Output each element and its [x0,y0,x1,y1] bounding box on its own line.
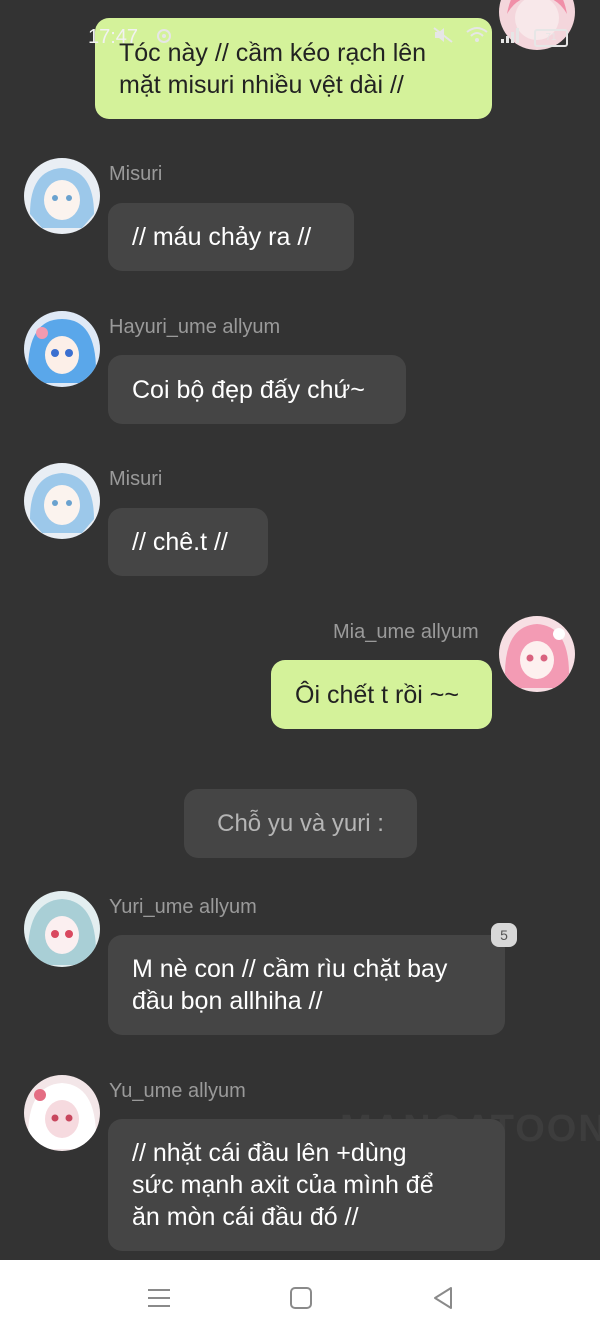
section-divider-message: Chỗ yu và yuri : [184,789,417,858]
message-text: Ôi chết t rồi ~~ [295,680,459,709]
menu-icon[interactable] [145,1284,173,1312]
status-icons: 71 [432,26,568,49]
message-text: Coi bộ đẹp đấy chứ~ [132,375,365,404]
avatar[interactable] [24,1075,100,1151]
message-bubble[interactable]: Coi bộ đẹp đấy chứ~ [108,355,406,424]
message-bubble[interactable]: // chê.t // [108,508,268,576]
home-icon[interactable] [287,1284,315,1312]
message-text: // chê.t // [132,528,228,556]
avatar[interactable] [24,891,100,967]
message-text: ăn mòn cái đầu đó // [132,1203,359,1231]
sender-name: Misuri [109,163,163,185]
notification-icon [156,28,172,49]
sender-name: Hayuri_ume allyum [109,316,281,338]
status-bar: 17:47 71 [0,22,600,54]
reaction-count-badge[interactable]: 5 [491,923,517,947]
wifi-icon [466,26,488,49]
avatar[interactable] [24,463,100,539]
message-text: M nè con // cầm rìu chặt bay [132,955,448,983]
sender-name: Misuri [109,468,163,490]
sender-name: Yuri_ume allyum [109,896,257,918]
message-text: đầu bọn allhiha // [132,987,323,1015]
message-bubble[interactable]: // nhặt cái đầu lên +dùng sức mạnh axit … [108,1119,505,1251]
status-time: 17:47 [88,26,139,48]
message-text: sức mạnh axit của mình để [132,1171,434,1199]
sender-name: Mia_ume allyum [333,621,479,643]
mute-icon [432,26,454,49]
message-bubble[interactable]: Ôi chết t rồi ~~ [271,660,492,729]
avatar[interactable] [499,616,575,692]
sender-name: Yu_ume allyum [109,1080,246,1102]
message-bubble[interactable]: M nè con // cầm rìu chặt bay đầu bọn all… [108,935,505,1035]
avatar[interactable] [24,158,100,234]
back-icon[interactable] [429,1284,457,1312]
message-bubble[interactable]: // máu chảy ra // [108,203,354,271]
message-text: mặt misuri nhiều vệt dài // [119,70,404,99]
signal-icon [500,26,522,49]
message-text: // nhặt cái đầu lên +dùng [132,1139,407,1167]
message-text: // máu chảy ra // [132,223,312,251]
avatar[interactable] [24,311,100,387]
battery-icon: 71 [534,28,568,47]
system-navigation-bar [0,1260,600,1333]
